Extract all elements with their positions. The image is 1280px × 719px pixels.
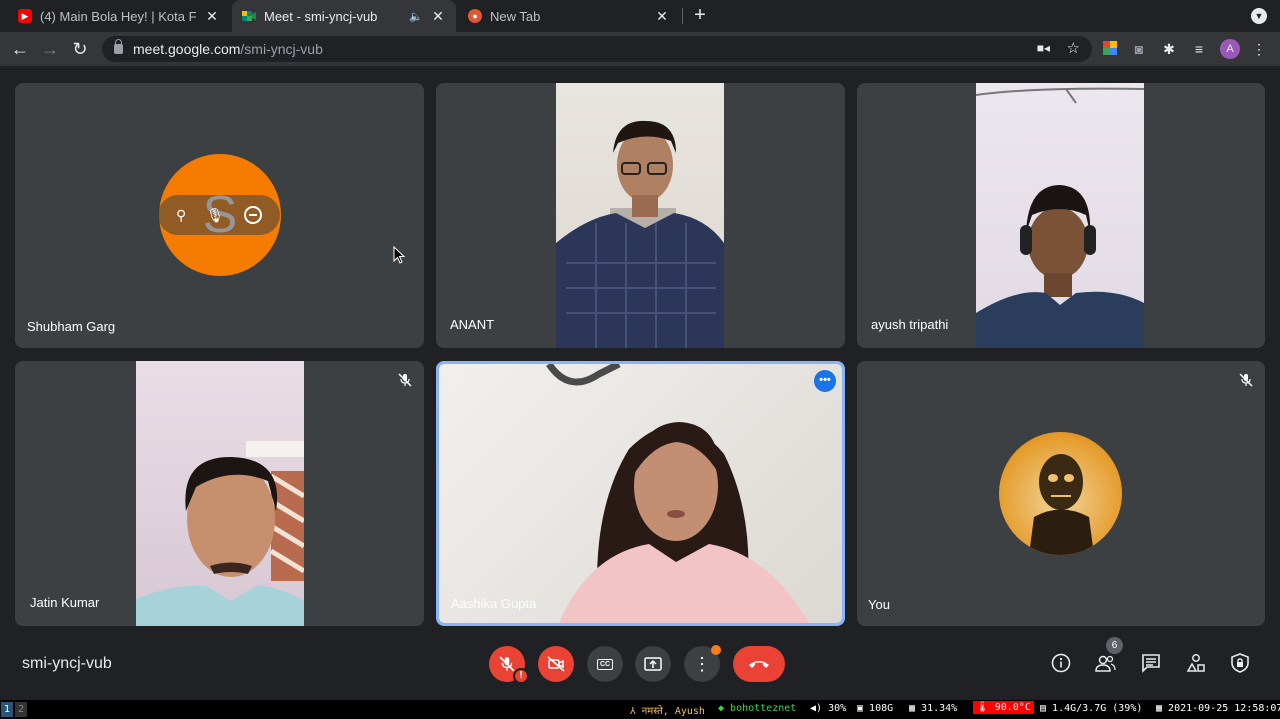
participant-tile-you[interactable]: You [857,361,1265,626]
mic-alert-badge: ! [513,668,529,684]
video-feed [556,83,724,348]
participant-tile-aashika[interactable]: ••• Aashika Gupta [436,361,845,626]
temperature-status: 🌡 90.0°C [973,701,1034,714]
captions-button[interactable]: CC [587,646,623,682]
participant-count-badge: 6 [1106,637,1123,654]
extension-color-icon[interactable] [1101,40,1119,58]
tab-title: Meet - smi-yncj-vub [264,8,378,24]
network-status: ◆ bohotteznet [718,703,797,714]
tab-title: New Tab [490,8,541,24]
video-feed [439,364,842,623]
disk-status: ▣ 108G [857,703,894,714]
forward-button[interactable]: → [38,37,62,61]
tab-new-tab[interactable]: ● New Tab ✕ [458,0,680,32]
back-button[interactable]: ← [8,37,32,61]
remove-icon[interactable] [244,206,262,224]
chat-icon [1142,654,1160,673]
participant-name: ANANT [450,317,495,332]
close-tab-icon[interactable]: ✕ [204,8,220,24]
participant-tile-shubham[interactable]: S ⚲ 🎙 Shubham Garg [15,83,424,348]
participant-name: You [868,597,890,612]
url-path: /smi-yncj-vub [240,41,323,57]
tab-search-icon[interactable]: ▼ [1251,8,1267,24]
url-domain: meet.google.com [133,41,241,57]
memory-status: ▤ 1.4G/3.7G (39%) [1040,703,1143,714]
participant-name: Aashika Gupta [451,596,537,611]
camera-button[interactable] [538,646,574,682]
cpu-status: ▦ 31.34% [909,703,958,714]
video-feed [976,83,1144,348]
avatar [999,432,1122,555]
participant-tile-ayush[interactable]: ayush tripathi [857,83,1265,348]
present-screen-icon [644,657,662,671]
browser-menu-icon[interactable]: ⋮ [1250,40,1268,58]
leave-call-button[interactable] [733,646,785,682]
present-button[interactable] [635,646,671,682]
video-feed [136,361,304,626]
extensions-puzzle-icon[interactable]: ✱ [1160,40,1178,58]
volume-status: ◀) 30% [810,703,847,714]
new-tab-button[interactable]: + [690,5,710,26]
mic-off-icon [499,656,515,672]
participant-tile-anant[interactable]: ANANT [436,83,845,348]
system-status-bar: 1 2 ⅄ नमस्ते, Ayush ◆ bohotteznet ◀) 30%… [0,700,1280,719]
people-icon [1095,655,1116,672]
reload-button[interactable]: ↻ [68,37,92,61]
participant-name: Jatin Kumar [30,595,100,610]
tab-title: (4) Main Bola Hey! | Kota F [40,8,197,24]
activities-button[interactable] [1185,653,1207,675]
shield-lock-icon [1231,653,1249,673]
activities-shapes-icon [1186,654,1205,672]
close-tab-icon[interactable]: ✕ [654,8,670,24]
participant-tile-jatin[interactable]: Jatin Kumar [15,361,424,626]
tab-strip: ▶ (4) Main Bola Hey! | Kota F ✕ Meet - s… [0,0,1280,32]
more-options-menu-button[interactable]: ⋮ [684,645,721,682]
meeting-controls-bar: smi-yncj-vub ! CC ⋮ 6 [0,629,1280,699]
tab-meet[interactable]: Meet - smi-yncj-vub 🔈 ✕ [232,0,456,32]
workspace-2[interactable]: 2 [15,702,27,717]
duckduckgo-icon: ● [468,9,482,23]
mouse-cursor-icon [393,246,405,264]
participants-button[interactable]: 6 [1094,637,1123,675]
media-control-icon[interactable]: ≡ [1190,40,1208,58]
participant-name: ayush tripathi [871,317,949,332]
muted-mic-icon [397,373,413,389]
profile-avatar[interactable]: A [1220,39,1240,59]
bookmark-star-icon[interactable]: ☆ [1067,39,1080,57]
address-bar[interactable]: meet.google.com/smi-yncj-vub ■◂ ☆ [102,36,1092,62]
hang-up-icon [749,661,769,668]
pin-icon[interactable]: ⚲ [176,207,186,224]
mic-icon[interactable]: 🎙 [206,207,224,224]
browser-toolbar: ← → ↻ meet.google.com/smi-yncj-vub ■◂ ☆ … [0,32,1280,66]
greeting-text: ⅄ नमस्ते, Ayush [630,706,705,717]
camera-extension-icon[interactable]: ◙ [1130,40,1148,58]
workspace-1[interactable]: 1 [1,702,13,717]
microphone-button[interactable]: ! [489,646,529,684]
tile-hover-controls: ⚲ 🎙 [158,195,280,235]
muted-mic-icon [1238,373,1254,389]
meeting-details-button[interactable] [1050,653,1072,675]
tab-youtube[interactable]: ▶ (4) Main Bola Hey! | Kota F ✕ [8,0,230,32]
tab-divider [682,8,683,24]
host-controls-button[interactable] [1229,653,1251,675]
lock-icon [114,39,123,54]
notification-dot [711,645,721,655]
participant-name: Shubham Garg [27,319,116,334]
datetime-status: ▦ 2021-09-25 12:58:07 [1156,703,1280,714]
youtube-icon: ▶ [18,9,32,23]
speaker-icon[interactable]: 🔈 [408,8,424,24]
meet-icon [242,9,256,23]
more-options-button[interactable]: ••• [814,370,836,392]
captions-icon: CC [596,658,614,670]
camera-in-use-icon[interactable]: ■◂ [1037,41,1050,55]
camera-off-icon [547,656,565,672]
meeting-code: smi-yncj-vub [22,655,112,672]
more-vert-icon: ⋮ [693,654,711,674]
close-tab-icon[interactable]: ✕ [430,8,446,24]
info-icon [1051,653,1071,673]
chat-button[interactable] [1140,653,1162,675]
